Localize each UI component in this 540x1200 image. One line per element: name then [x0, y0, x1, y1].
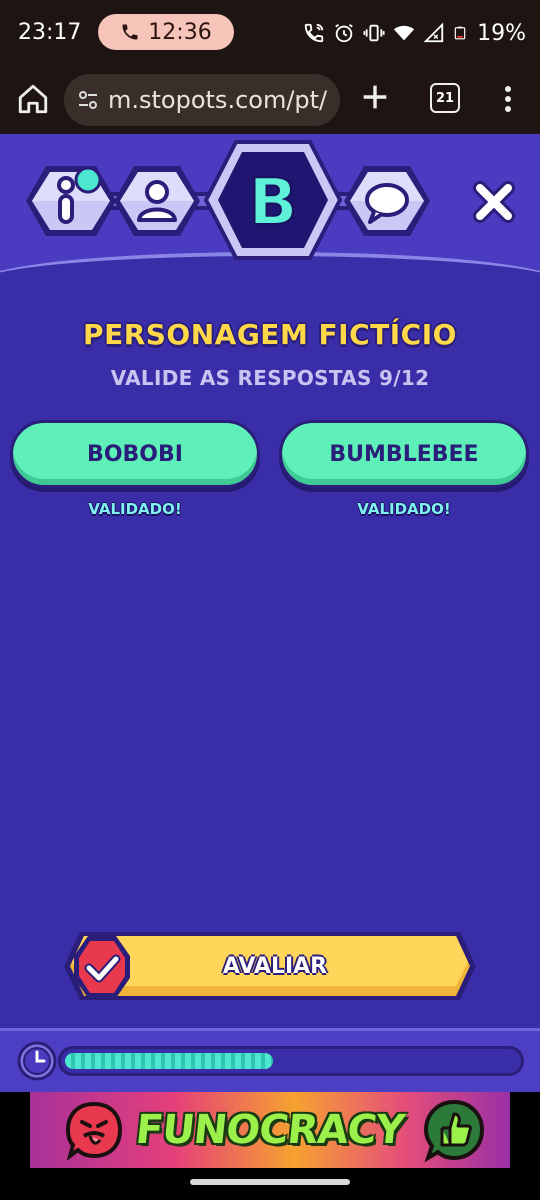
vibrate-icon [363, 24, 385, 42]
address-bar[interactable]: m.stopots.com/pt/ [64, 74, 340, 126]
signal-icon [423, 22, 444, 43]
notification-dot [74, 166, 102, 194]
ad-brand-text: FUNOCRACY [133, 1107, 407, 1153]
site-settings-icon[interactable] [76, 88, 100, 112]
wifi-call-icon [304, 23, 324, 43]
browser-toolbar: m.stopots.com/pt/ 21 [0, 66, 540, 134]
alarm-icon [335, 23, 353, 43]
timer-track [58, 1046, 524, 1076]
validation-progress: VALIDE AS RESPOSTAS 9/12 [110, 366, 430, 390]
status-icons: 19% [303, 18, 526, 48]
clock-icon [17, 1041, 57, 1081]
info-button[interactable] [26, 166, 116, 236]
chat-button[interactable] [344, 166, 430, 236]
thumbs-up-icon [423, 1099, 485, 1162]
ad-logo: FUNOCRACY [134, 1102, 407, 1158]
active-call-chip[interactable]: 12:36 [98, 14, 234, 50]
status-bar: 23:17 12:36 19% [0, 0, 540, 66]
disgust-face-icon [65, 1101, 123, 1160]
profile-button[interactable] [114, 166, 200, 236]
avaliar-label: AVALIAR [222, 953, 328, 979]
game-area: B PERSONAGEM FICTÍCIO VALIDE AS RESPOSTA… [0, 134, 540, 1092]
timer-progress [65, 1053, 273, 1069]
gesture-handle[interactable] [190, 1179, 350, 1185]
tab-switcher-button[interactable]: 21 [430, 83, 460, 113]
wifi-icon [394, 25, 415, 41]
new-tab-icon[interactable] [358, 80, 392, 114]
battery-percent: 19% [477, 20, 526, 46]
letter-badge: B [203, 140, 343, 260]
answer-card[interactable]: BOBOBI [10, 420, 260, 488]
answer-card[interactable]: BUMBLEBEE [279, 420, 529, 488]
status-time: 23:17 [18, 20, 82, 45]
phone-icon [122, 24, 138, 40]
game-nav: B [26, 140, 430, 260]
validated-badge: VALIDADO! [357, 500, 451, 518]
validated-badge: VALIDADO! [88, 500, 182, 518]
category-title: PERSONAGEM FICTÍCIO [83, 318, 457, 351]
ad-banner[interactable]: FUNOCRACY [30, 1092, 510, 1168]
more-menu-icon[interactable] [496, 82, 520, 116]
battery-icon [454, 26, 466, 40]
active-letter: B [249, 166, 298, 240]
close-icon[interactable] [470, 178, 518, 226]
app-screen: 23:17 12:36 19% m.stopots.com/pt/ 21 B P… [0, 0, 540, 1200]
home-icon[interactable] [16, 82, 50, 116]
call-timer: 12:36 [148, 19, 212, 45]
avaliar-button[interactable]: AVALIAR [60, 924, 480, 1008]
info-icon [57, 176, 75, 224]
url-text: m.stopots.com/pt/ [108, 86, 328, 114]
